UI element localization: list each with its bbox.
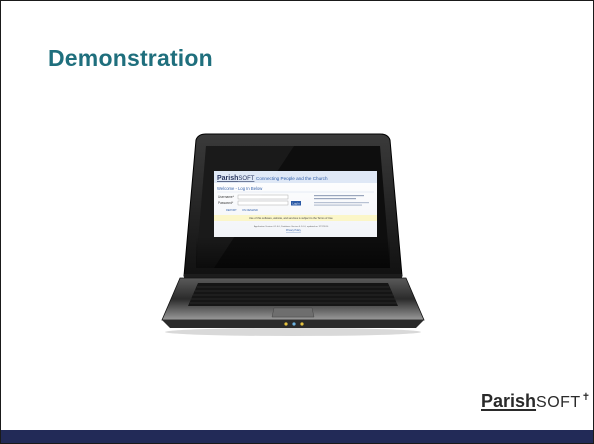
brand-name-bold: Parish: [481, 391, 537, 411]
screen-notice: Use of this software, website, and servi…: [249, 216, 333, 220]
screen-privacy-link[interactable]: Privacy Policy: [286, 229, 302, 232]
slide: Demonstration ParishSOFT Connecting Peop…: [0, 0, 594, 444]
screen-footer-line: Application Version 4.1.0.0, Database Ve…: [254, 225, 329, 228]
brand-name-light: SOFT: [536, 394, 581, 411]
svg-text:Log In: Log In: [293, 201, 301, 205]
brand-logo: Parish SOFT ✝: [481, 386, 590, 412]
slide-title: Demonstration: [48, 45, 213, 71]
laptop-illustration: ParishSOFT Connecting People and the Chu…: [161, 133, 425, 336]
keyboard: [188, 283, 398, 306]
screen-display: ParishSOFT Connecting People and the Chu…: [196, 146, 390, 268]
footer-bar: [1, 430, 593, 443]
cross-icon: ✝: [581, 392, 591, 403]
touchpad: [271, 307, 315, 318]
